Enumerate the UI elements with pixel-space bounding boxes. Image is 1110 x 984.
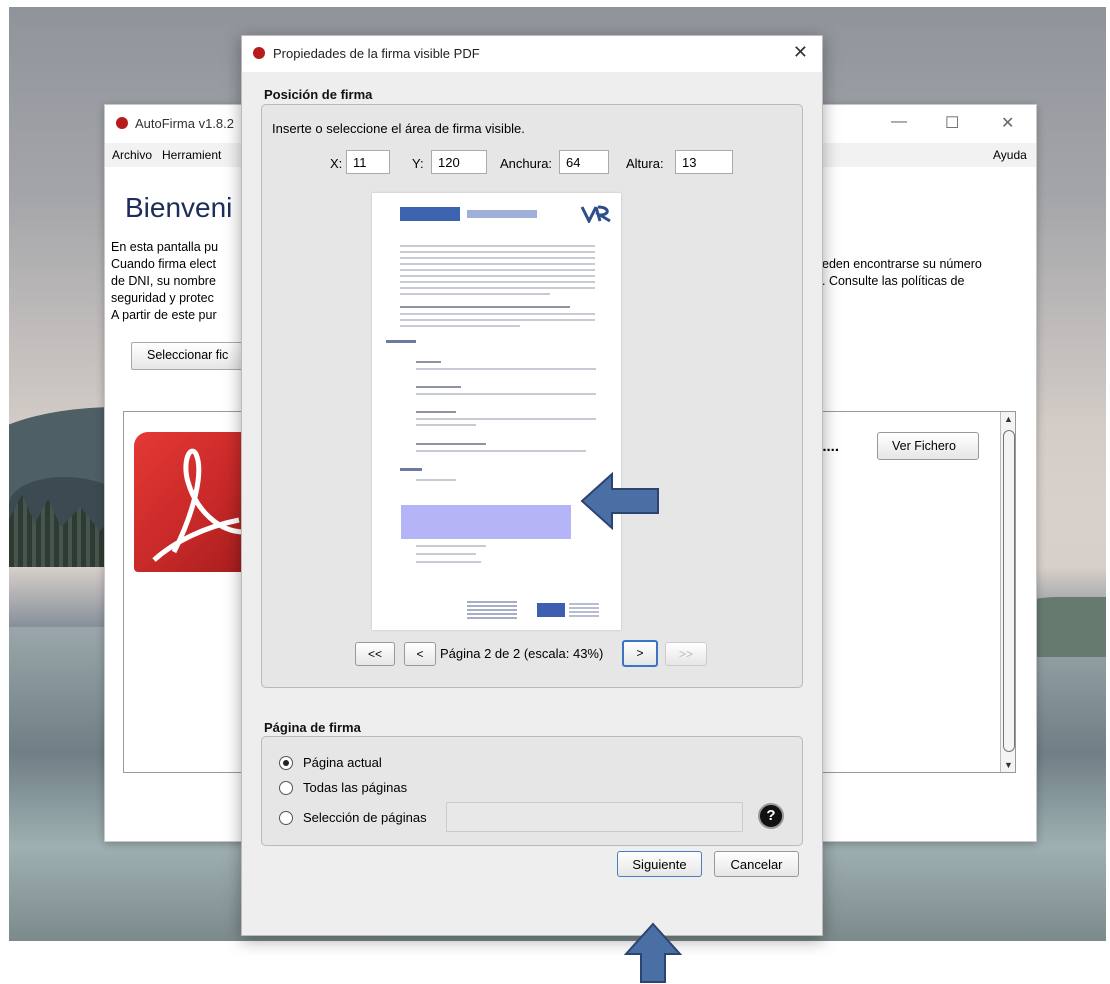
x-label: X: [330, 156, 343, 171]
autofirma-logo-icon [116, 117, 128, 129]
text-line [400, 269, 595, 271]
visible-signature-dialog: Propiedades de la firma visible PDF ✕ Po… [241, 35, 823, 936]
text-line [400, 313, 595, 315]
cancel-button[interactable]: Cancelar [714, 851, 799, 877]
radio-page-selection[interactable] [279, 811, 293, 825]
intro-text: seguridad y protec [111, 291, 214, 305]
prev-page-button[interactable]: < [404, 642, 436, 666]
radio-current-page[interactable] [279, 756, 293, 770]
vr-logo-icon [580, 205, 612, 225]
option-current-page-label[interactable]: Página actual [303, 755, 382, 770]
text-line [400, 319, 595, 321]
xunta-logo-icon [400, 207, 460, 221]
next-button[interactable]: Siguiente [617, 851, 702, 877]
vertical-scrollbar[interactable]: ▲ ▼ [1000, 412, 1015, 772]
y-label: Y: [412, 156, 424, 171]
view-file-label: Ver Fichero [892, 439, 956, 453]
signature-area[interactable] [401, 505, 571, 539]
width-label: Anchura: [500, 156, 553, 171]
text-line [416, 561, 481, 563]
option-page-selection-label[interactable]: Selección de páginas [303, 810, 427, 825]
section-heading [400, 468, 422, 471]
minimize-button[interactable]: — [891, 113, 907, 131]
text-line [400, 245, 595, 247]
instruction-text: Inserte o seleccione el área de firma vi… [272, 121, 525, 136]
radio-all-pages[interactable] [279, 781, 293, 795]
dialog-titlebar: Propiedades de la firma visible PDF ✕ [242, 36, 822, 72]
eu-flag-icon [537, 603, 565, 617]
text-line [400, 275, 595, 277]
text-line [400, 257, 595, 259]
intro-text: En esta pantalla pu [111, 240, 219, 254]
width-input[interactable]: 64 [559, 150, 609, 174]
text-line [416, 553, 476, 555]
text-line [416, 443, 486, 445]
text-line [400, 325, 520, 327]
intro-text: Cuando firma elect [111, 257, 216, 271]
footer-text-block [569, 603, 599, 617]
page-section-title: Página de firma [264, 720, 361, 735]
scroll-up-icon[interactable]: ▲ [1004, 414, 1013, 424]
option-all-pages-label[interactable]: Todas las páginas [303, 780, 407, 795]
text-line [416, 479, 456, 481]
intro-text: eden encontrarse su número [822, 257, 982, 271]
text-line [400, 263, 595, 265]
select-file-label: Seleccionar fic [147, 348, 229, 362]
window-title: AutoFirma v1.8.2 [135, 116, 234, 131]
text-line [416, 418, 596, 420]
text-line [416, 393, 596, 395]
pdf-page-preview[interactable] [372, 193, 621, 630]
menu-ayuda[interactable]: Ayuda [993, 148, 1027, 162]
first-page-button[interactable]: << [355, 642, 395, 666]
page-selection-input[interactable] [446, 802, 743, 832]
text-line [416, 368, 596, 370]
next-page-button[interactable]: > [622, 640, 658, 667]
text-line [416, 411, 456, 413]
autofirma-logo-icon [253, 47, 265, 59]
footer-text-block [467, 601, 517, 619]
header-text-block [467, 210, 537, 218]
welcome-heading: Bienveni [125, 192, 233, 223]
left-arrow-annotation-icon [580, 472, 659, 530]
pdf-file-icon [134, 432, 249, 572]
text-line [400, 293, 550, 295]
text-line [400, 306, 570, 308]
text-line [400, 281, 595, 283]
text-line [416, 545, 486, 547]
page-info: Página 2 de 2 (escala: 43%) [440, 646, 604, 661]
menu-archivo[interactable]: Archivo [112, 148, 152, 162]
view-file-button[interactable]: Ver Fichero [877, 432, 979, 460]
section-heading [386, 340, 416, 343]
text-line [416, 386, 461, 388]
text-line [416, 450, 586, 452]
position-section-title: Posición de firma [264, 87, 373, 102]
page-group: Página actual Todas las páginas Selecció… [261, 736, 803, 846]
intro-text: . Consulte las políticas de [822, 274, 965, 288]
up-arrow-annotation-icon [624, 922, 682, 983]
y-input[interactable]: 120 [431, 150, 487, 174]
close-button[interactable]: ✕ [1001, 113, 1014, 133]
last-page-button[interactable]: >> [665, 642, 707, 666]
x-input[interactable]: 11 [346, 150, 390, 174]
help-icon[interactable]: ? [758, 803, 784, 829]
acrobat-logo-icon [152, 448, 245, 562]
text-line [416, 424, 476, 426]
dialog-close-button[interactable]: ✕ [793, 42, 808, 63]
maximize-button[interactable]: ☐ [945, 113, 959, 133]
height-label: Altura: [626, 156, 664, 171]
scroll-down-icon[interactable]: ▼ [1004, 760, 1013, 770]
scroll-thumb[interactable] [1003, 430, 1015, 752]
text-line [400, 287, 595, 289]
intro-text: de DNI, su nombre [111, 274, 216, 288]
intro-text: A partir de este pur [111, 308, 217, 322]
height-input[interactable]: 13 [675, 150, 733, 174]
text-line [400, 251, 595, 253]
position-group: Inserte o seleccione el área de firma vi… [261, 104, 803, 688]
dialog-title: Propiedades de la firma visible PDF [273, 46, 480, 61]
menu-herramientas[interactable]: Herramient [162, 148, 221, 162]
text-line [416, 361, 441, 363]
